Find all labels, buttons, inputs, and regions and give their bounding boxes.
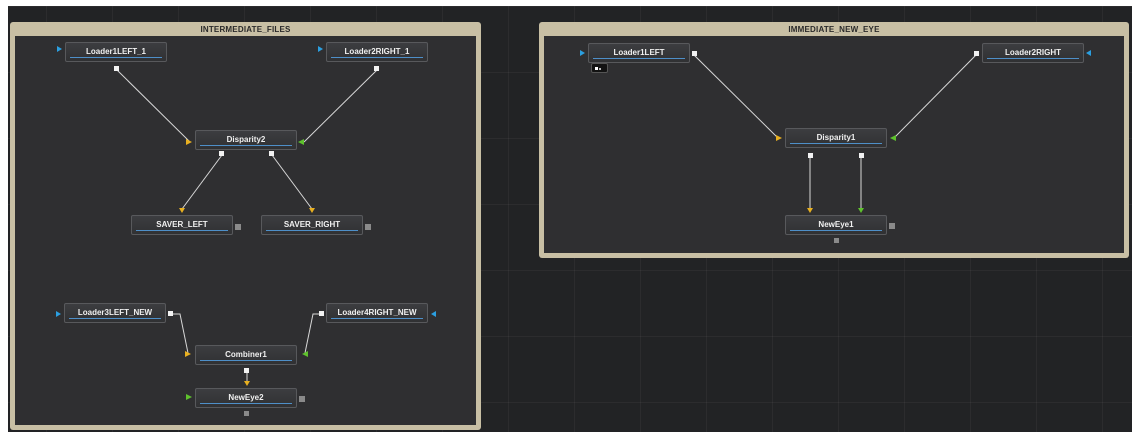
output-port[interactable] [219,151,224,156]
wire-loader1-to-disparity2[interactable] [116,69,191,143]
node-disparity1[interactable]: Disparity1 [785,128,887,148]
node-disparity2[interactable]: Disparity2 [195,130,297,150]
frame-left-edge [0,0,8,437]
wire-loader2-to-disparity2[interactable] [303,69,378,143]
output-port[interactable] [374,66,379,71]
input-arrow-icon[interactable] [57,46,62,52]
badge-dot [595,67,598,70]
input-arrow-icon[interactable] [179,208,185,213]
input-arrow-icon[interactable] [1086,50,1091,56]
input-arrow-icon[interactable] [186,139,192,145]
wire-loader2right-to-disparity1[interactable] [893,54,977,139]
output-port[interactable] [808,153,813,158]
node-loader1-left[interactable]: Loader1LEFT [588,43,690,63]
node-saver-left[interactable]: SAVER_LEFT [131,215,233,235]
node-loader1-left-1[interactable]: Loader1LEFT_1 [65,42,167,62]
node-loader3-left-new[interactable]: Loader3LEFT_NEW [64,303,166,323]
node-loader4-right-new[interactable]: Loader4RIGHT_NEW [326,303,428,323]
output-port[interactable] [319,311,324,316]
wire-loader4-to-combiner1[interactable] [304,313,321,354]
input-arrow-icon[interactable] [890,135,896,141]
input-arrow-icon[interactable] [298,139,304,145]
node-loader2-right-1[interactable]: Loader2RIGHT_1 [326,42,428,62]
input-arrow-icon[interactable] [776,135,782,141]
node-neweye1[interactable]: NewEye1 [785,215,887,235]
wire-loader3-to-combiner1[interactable] [171,313,189,354]
node-combiner1[interactable]: Combiner1 [195,345,297,365]
output-port[interactable] [974,51,979,56]
output-port-icon[interactable] [834,238,839,243]
output-port[interactable] [114,66,119,71]
viewer-badge-icon[interactable] [591,63,608,73]
output-port[interactable] [269,151,274,156]
output-port[interactable] [168,311,173,316]
input-arrow-icon[interactable] [186,394,192,400]
output-port[interactable] [244,368,249,373]
view-toggle-icon[interactable] [889,223,895,229]
input-arrow-icon[interactable] [431,311,436,317]
input-arrow-icon[interactable] [244,381,250,386]
input-arrow-icon[interactable] [318,46,323,52]
input-arrow-icon[interactable] [56,311,61,317]
input-arrow-icon[interactable] [309,208,315,213]
view-toggle-icon[interactable] [235,224,241,230]
output-port[interactable] [692,51,697,56]
view-toggle-icon[interactable] [299,396,305,402]
frame-bottom-edge [0,432,1132,437]
frame-top-edge [0,0,1132,6]
output-port-icon[interactable] [244,411,249,416]
input-arrow-icon[interactable] [807,208,813,213]
wire-disparity2-to-saver-left[interactable] [181,154,223,210]
node-editor-canvas[interactable]: INTERMEDIATE_FILES IMMEDIATE_NEW_EYE Loa… [0,0,1132,437]
view-toggle-icon[interactable] [365,224,371,230]
wire-disparity2-to-saver-right[interactable] [271,154,313,210]
badge-dot [599,68,601,70]
wire-loader1left-to-disparity1[interactable] [693,54,779,139]
node-saver-right[interactable]: SAVER_RIGHT [261,215,363,235]
input-arrow-icon[interactable] [580,50,585,56]
input-arrow-icon[interactable] [858,208,864,213]
node-neweye2[interactable]: NewEye2 [195,388,297,408]
node-loader2-right[interactable]: Loader2RIGHT [982,43,1084,63]
output-port[interactable] [859,153,864,158]
